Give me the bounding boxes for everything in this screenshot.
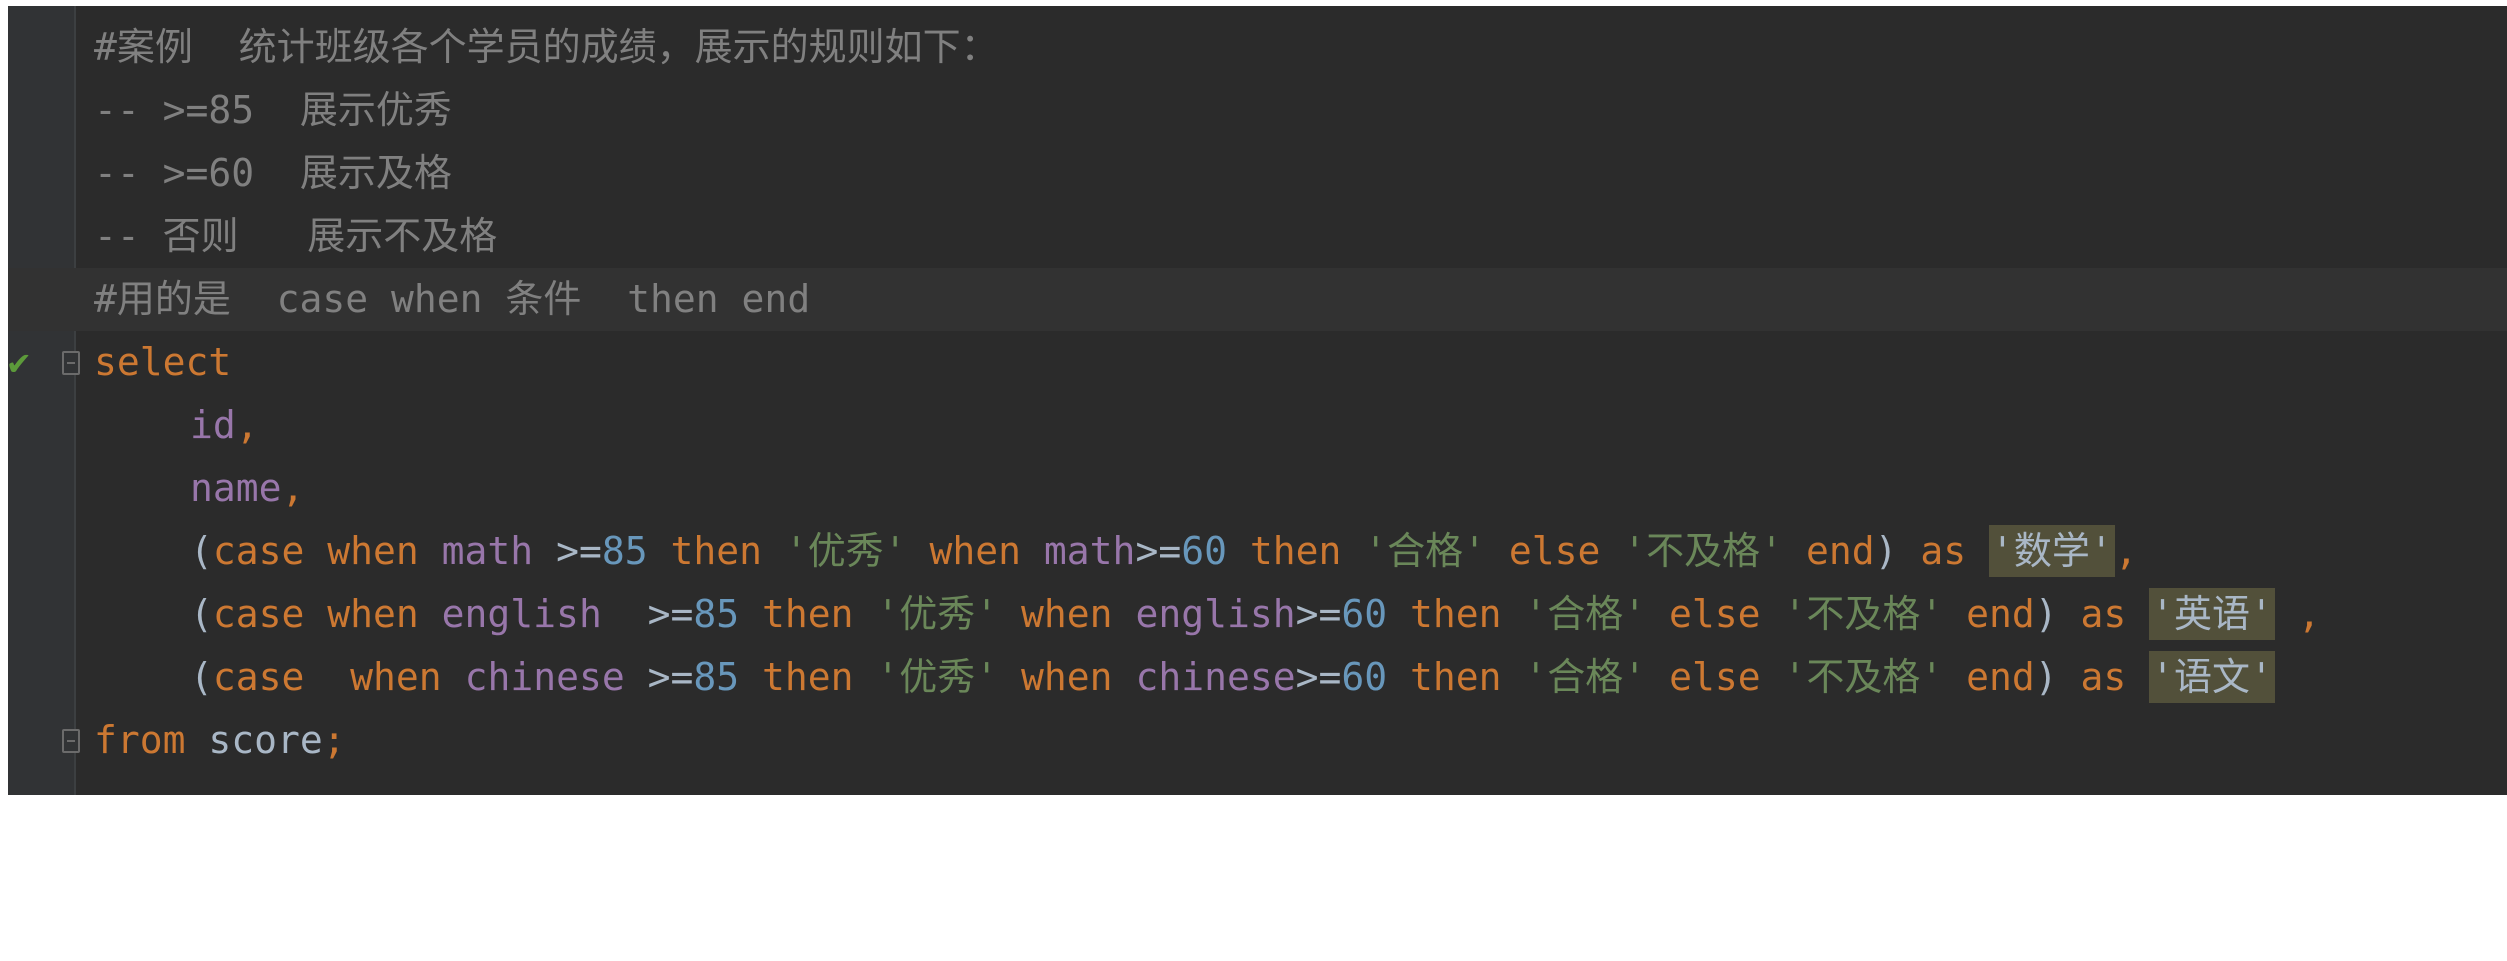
code-line-select[interactable]: ✔ select <box>8 331 2507 394</box>
string-literal: '合格' <box>1524 655 1647 699</box>
open-paren: ( <box>190 655 213 699</box>
comma: , <box>235 403 259 447</box>
code-line-comment-4[interactable]: -- 否则 展示不及格 <box>8 205 2507 268</box>
column-identifier: english <box>1135 592 1296 636</box>
comment-text: #用的是 case when 条件 then end <box>94 277 811 321</box>
operator: >= <box>601 592 694 636</box>
case-keyword: case <box>212 655 351 699</box>
code-line-id[interactable]: id, <box>8 394 2507 457</box>
checkmark-icon[interactable]: ✔ <box>8 331 30 394</box>
alias-highlight: '英语' <box>2149 588 2275 640</box>
comma: , <box>281 466 305 510</box>
then-keyword: then <box>739 655 877 699</box>
else-keyword: else <box>1646 592 1784 636</box>
column-identifier: math <box>1043 529 1136 573</box>
code-line-comment-3[interactable]: -- >=60 展示及格 <box>8 142 2507 205</box>
alias-string: '英语' <box>2151 592 2273 636</box>
alias-highlight: '语文' <box>2149 651 2275 703</box>
when-keyword: when <box>998 592 1136 636</box>
close-paren: ) <box>2034 655 2058 699</box>
number-literal: 60 <box>1341 655 1388 699</box>
fold-marker-icon[interactable] <box>62 351 80 375</box>
column-identifier: chinese <box>464 655 625 699</box>
when-keyword: when <box>327 592 442 636</box>
open-paren: ( <box>190 529 213 573</box>
comment-text: -- >=60 展示及格 <box>94 151 452 195</box>
string-literal: '不及格' <box>1783 592 1944 636</box>
then-keyword: then <box>1387 592 1525 636</box>
number-literal: 60 <box>1181 529 1227 573</box>
editor-pane[interactable]: #案例 统计班级各个学员的成绩，展示的规则如下： -- >=85 展示优秀 --… <box>8 6 2507 795</box>
end-keyword: end <box>1783 529 1875 573</box>
number-literal: 85 <box>601 529 648 573</box>
code-line-name[interactable]: name, <box>8 457 2507 520</box>
string-literal: '合格' <box>1524 592 1647 636</box>
case-keyword: case <box>212 592 328 636</box>
open-paren: ( <box>190 592 213 636</box>
as-keyword: as <box>2057 592 2150 636</box>
then-keyword: then <box>647 529 785 573</box>
when-keyword: when <box>350 655 465 699</box>
table-name: score <box>185 718 323 762</box>
alias-string: '数学' <box>1990 529 2113 573</box>
code-line-from[interactable]: from score; <box>8 709 2507 772</box>
else-keyword: else <box>1646 655 1784 699</box>
operator: >= <box>1295 592 1342 636</box>
column-identifier: name <box>190 466 282 510</box>
as-keyword: as <box>1897 529 1989 573</box>
code-editor[interactable]: #案例 统计班级各个学员的成绩，展示的规则如下： -- >=85 展示优秀 --… <box>0 0 2507 795</box>
then-keyword: then <box>1226 529 1365 573</box>
number-literal: 85 <box>693 592 740 636</box>
fold-end-marker-icon[interactable] <box>62 729 80 753</box>
case-keyword: case <box>212 529 328 573</box>
operator: >= <box>1295 655 1342 699</box>
code-line-case-math[interactable]: (case when math >=85 then '优秀' when math… <box>8 520 2507 583</box>
operator: >= <box>1135 529 1182 573</box>
select-keyword: select <box>94 340 232 384</box>
code-line-case-english[interactable]: (case when english >=85 then '优秀' when e… <box>8 583 2507 646</box>
string-literal: '优秀' <box>784 529 907 573</box>
comment-text: -- >=85 展示优秀 <box>94 88 452 132</box>
close-paren: ) <box>1874 529 1898 573</box>
operator: >= <box>624 655 694 699</box>
string-literal: '不及格' <box>1623 529 1784 573</box>
then-keyword: then <box>1387 655 1525 699</box>
column-identifier: chinese <box>1135 655 1296 699</box>
column-identifier: id <box>190 403 236 447</box>
alias-string: '语文' <box>2151 655 2273 699</box>
code-line-comment-2[interactable]: -- >=85 展示优秀 <box>8 79 2507 142</box>
close-paren: ) <box>2034 592 2058 636</box>
else-keyword: else <box>1486 529 1624 573</box>
when-keyword: when <box>998 655 1136 699</box>
from-keyword: from <box>94 718 186 762</box>
code-line-comment-1[interactable]: #案例 统计班级各个学员的成绩，展示的规则如下： <box>8 16 2507 79</box>
column-identifier: math <box>441 529 534 573</box>
string-literal: '优秀' <box>876 655 999 699</box>
number-literal: 85 <box>693 655 740 699</box>
when-keyword: when <box>906 529 1044 573</box>
string-literal: '不及格' <box>1783 655 1944 699</box>
then-keyword: then <box>739 592 877 636</box>
column-identifier: english <box>441 592 602 636</box>
code-line-case-chinese[interactable]: (case when chinese >=85 then '优秀' when c… <box>8 646 2507 709</box>
as-keyword: as <box>2057 655 2150 699</box>
comma: , <box>2114 529 2138 573</box>
semicolon: ; <box>322 718 346 762</box>
number-literal: 60 <box>1341 592 1388 636</box>
comma: , <box>2274 592 2321 636</box>
string-literal: '优秀' <box>876 592 999 636</box>
code-line-comment-5[interactable]: #用的是 case when 条件 then end <box>8 268 2507 331</box>
when-keyword: when <box>327 529 442 573</box>
alias-highlight: '数学' <box>1988 525 2115 577</box>
end-keyword: end <box>1943 655 2035 699</box>
end-keyword: end <box>1943 592 2035 636</box>
comment-text: #案例 统计班级各个学员的成绩，展示的规则如下： <box>94 25 999 69</box>
string-literal: '合格' <box>1364 529 1487 573</box>
operator: >= <box>533 529 602 573</box>
comment-text: -- 否则 展示不及格 <box>94 214 498 258</box>
